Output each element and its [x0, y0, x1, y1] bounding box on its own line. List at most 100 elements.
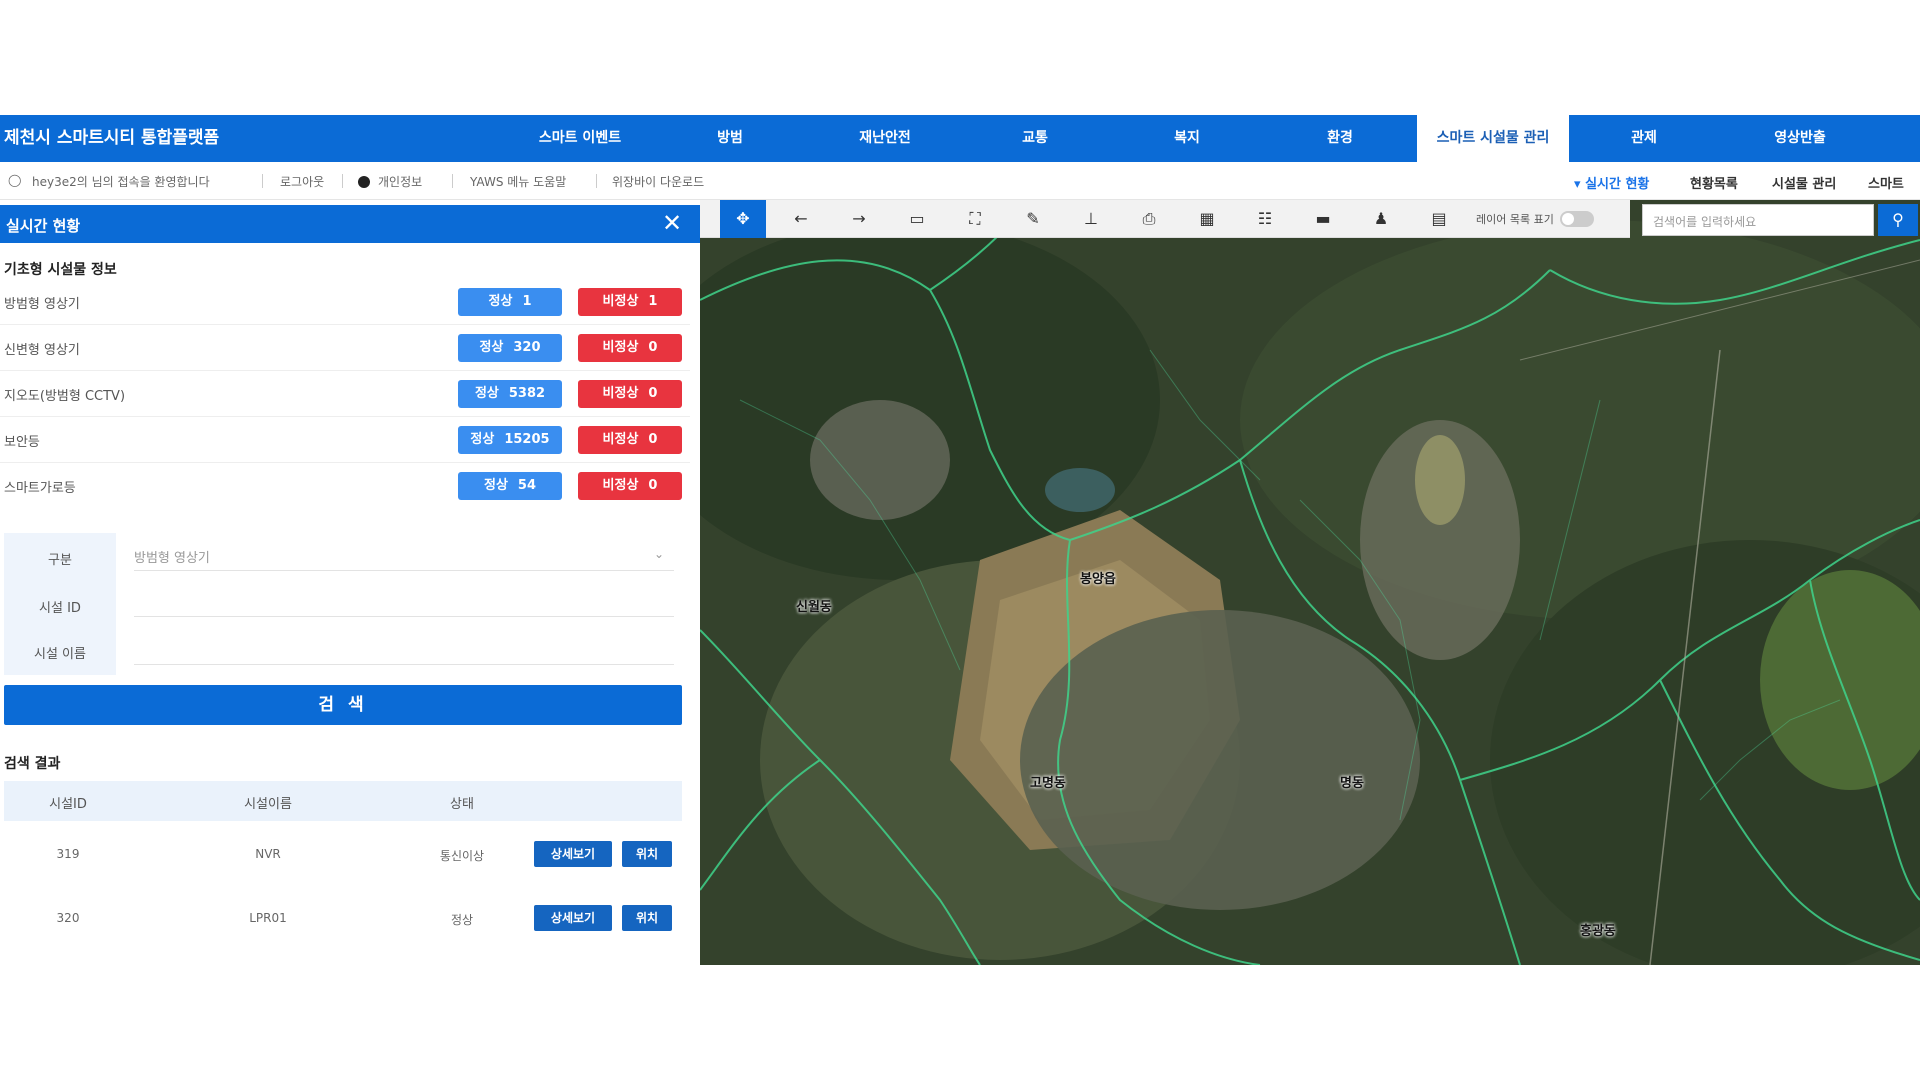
- nav-welfare[interactable]: 복지: [1137, 115, 1237, 162]
- type-select[interactable]: 방범형 영상기 ⌄: [134, 539, 674, 571]
- cell-id: 319: [56, 847, 80, 861]
- abnormal-count-button[interactable]: 비정상 0: [578, 380, 682, 408]
- status-row: 신변형 영상기 정상 320 비정상 0: [0, 325, 690, 371]
- abnormal-count-button[interactable]: 비정상 1: [578, 288, 682, 316]
- map-icon[interactable]: ▬: [1300, 200, 1346, 238]
- abnormal-count: 0: [648, 478, 658, 493]
- divider: [262, 174, 263, 188]
- cell-name: NVR: [255, 847, 281, 861]
- normal-count-button[interactable]: 정상 5382: [458, 380, 562, 408]
- normal-label: 정상: [483, 478, 508, 493]
- detail-button[interactable]: 상세보기: [534, 841, 612, 867]
- abnormal-count: 0: [648, 340, 658, 355]
- normal-count-button[interactable]: 정상 1: [458, 288, 562, 316]
- layer-icon[interactable]: ▦: [1184, 200, 1230, 238]
- facility-name-label: 시설 이름: [34, 647, 86, 662]
- satellite-imagery: [700, 200, 1920, 965]
- print-icon[interactable]: ⎙: [1126, 200, 1172, 238]
- user-icon: ◯: [8, 173, 22, 187]
- normal-count: 1: [522, 294, 532, 309]
- nav-traffic[interactable]: 교통: [985, 115, 1085, 162]
- realtime-status-label: 실시간 현황: [1585, 177, 1650, 192]
- nav-smart-facility[interactable]: 스마트 시설물 관리: [1417, 115, 1569, 162]
- facility-id-input[interactable]: [134, 585, 674, 617]
- status-row-label: 보안등: [4, 435, 40, 450]
- locate-button[interactable]: 위치: [622, 841, 672, 867]
- status-list-link[interactable]: 현황목록: [1690, 173, 1738, 192]
- column-header-name: 시설이름: [244, 797, 292, 812]
- panel-header: 실시간 현황 ✕: [0, 205, 700, 243]
- column-header-status: 상태: [450, 797, 474, 812]
- normal-count-button[interactable]: 정상 54: [458, 472, 562, 500]
- nav-environment[interactable]: 환경: [1290, 115, 1390, 162]
- cell-status: 통신이상: [439, 849, 485, 863]
- normal-label: 정상: [488, 294, 513, 309]
- search-results-title: 검색 결과: [4, 756, 61, 772]
- measure-icon[interactable]: ⊥: [1068, 200, 1114, 238]
- facility-info-title: 기초형 시설물 정보: [4, 262, 117, 278]
- abnormal-count: 0: [648, 386, 658, 401]
- detail-button[interactable]: 상세보기: [534, 905, 612, 931]
- nav-crime-prevention[interactable]: 방범: [680, 115, 780, 162]
- satellite-map[interactable]: 신월동 봉양읍 고명동 명동 홍광동 ✥ ← → ▭ ⛶ ✎ ⊥ ⎙ ▦ ☷ ▬…: [700, 200, 1920, 965]
- nav-smart-event[interactable]: 스마트 이벤트: [520, 115, 640, 162]
- search-icon[interactable]: ⚲: [1878, 204, 1918, 236]
- abnormal-label: 비정상: [602, 340, 639, 355]
- status-row-label: 방범형 영상기: [4, 297, 80, 312]
- place-label: 홍광동: [1580, 924, 1616, 939]
- pan-icon[interactable]: ✥: [720, 200, 766, 238]
- form-label-column: 구분 시설 ID 시설 이름: [4, 533, 116, 675]
- smart-link[interactable]: 스마트: [1868, 173, 1904, 192]
- normal-count-button[interactable]: 정상 320: [458, 334, 562, 362]
- layer-toggle[interactable]: 레이어 목록 표기: [1476, 211, 1594, 227]
- draw-icon[interactable]: ✎: [1010, 200, 1056, 238]
- results-table-header: 시설ID 시설이름 상태: [4, 781, 682, 821]
- locate-button[interactable]: 위치: [622, 905, 672, 931]
- place-label: 명동: [1340, 776, 1364, 791]
- app-frame: 제천시 스마트시티 통합플랫폼 스마트 이벤트 방범 재난안전 교통 복지 환경…: [0, 115, 1920, 965]
- back-icon[interactable]: ←: [778, 200, 824, 238]
- area-select-icon[interactable]: ⛶: [952, 200, 998, 238]
- abnormal-label: 비정상: [602, 432, 639, 447]
- nav-control[interactable]: 관제: [1594, 115, 1694, 162]
- user-icon[interactable]: ♟: [1358, 200, 1404, 238]
- close-icon[interactable]: ✕: [658, 209, 686, 237]
- facility-name-input[interactable]: [134, 633, 674, 665]
- abnormal-label: 비정상: [602, 386, 639, 401]
- nav-disaster-safety[interactable]: 재난안전: [830, 115, 940, 162]
- cell-status: 정상: [450, 913, 474, 927]
- info-bar: ◯ hey3e2의 님의 접속을 환영합니다 로그아웃 개인정보 YAWS 메뉴…: [0, 162, 1920, 200]
- abnormal-count-button[interactable]: 비정상 0: [578, 426, 682, 454]
- status-row-label: 스마트가로등: [4, 481, 76, 496]
- grid-icon[interactable]: ☷: [1242, 200, 1288, 238]
- place-label: 봉양읍: [1080, 572, 1116, 587]
- legend-icon[interactable]: ▤: [1416, 200, 1462, 238]
- info-dot-icon: [358, 176, 370, 188]
- status-row: 보안등 정상 15205 비정상 0: [0, 417, 690, 463]
- capture-icon[interactable]: ▭: [894, 200, 940, 238]
- normal-count-button[interactable]: 정상 15205: [458, 426, 562, 454]
- toggle-switch[interactable]: [1559, 211, 1594, 227]
- facility-id-label: 시설 ID: [39, 601, 81, 616]
- realtime-status-link[interactable]: ▾ 실시간 현황: [1574, 173, 1649, 192]
- status-row-label: 지오도(방범형 CCTV): [4, 389, 126, 404]
- normal-label: 정상: [479, 340, 504, 355]
- my-info-link[interactable]: 개인정보: [358, 173, 422, 190]
- status-row-label: 신변형 영상기: [4, 343, 80, 358]
- cell-name: LPR01: [249, 911, 287, 925]
- nav-video-export[interactable]: 영상반출: [1740, 115, 1860, 162]
- divider: [342, 174, 343, 188]
- yaws-help-link[interactable]: YAWS 메뉴 도움말: [470, 173, 566, 190]
- download-link[interactable]: 위장바이 다운로드: [612, 173, 704, 190]
- forward-icon[interactable]: →: [836, 200, 882, 238]
- cell-id: 320: [56, 911, 80, 925]
- map-search-input[interactable]: 검색어를 입력하세요: [1642, 204, 1874, 236]
- normal-count: 54: [517, 478, 536, 493]
- search-button[interactable]: 검 색: [4, 685, 682, 725]
- logout-link[interactable]: 로그아웃: [280, 173, 324, 190]
- status-row: 방범형 영상기 정상 1 비정상 1: [0, 279, 690, 325]
- column-header-id: 시설ID: [49, 797, 87, 812]
- abnormal-count-button[interactable]: 비정상 0: [578, 334, 682, 362]
- abnormal-count-button[interactable]: 비정상 0: [578, 472, 682, 500]
- facility-mgmt-link[interactable]: 시설물 관리: [1772, 173, 1836, 192]
